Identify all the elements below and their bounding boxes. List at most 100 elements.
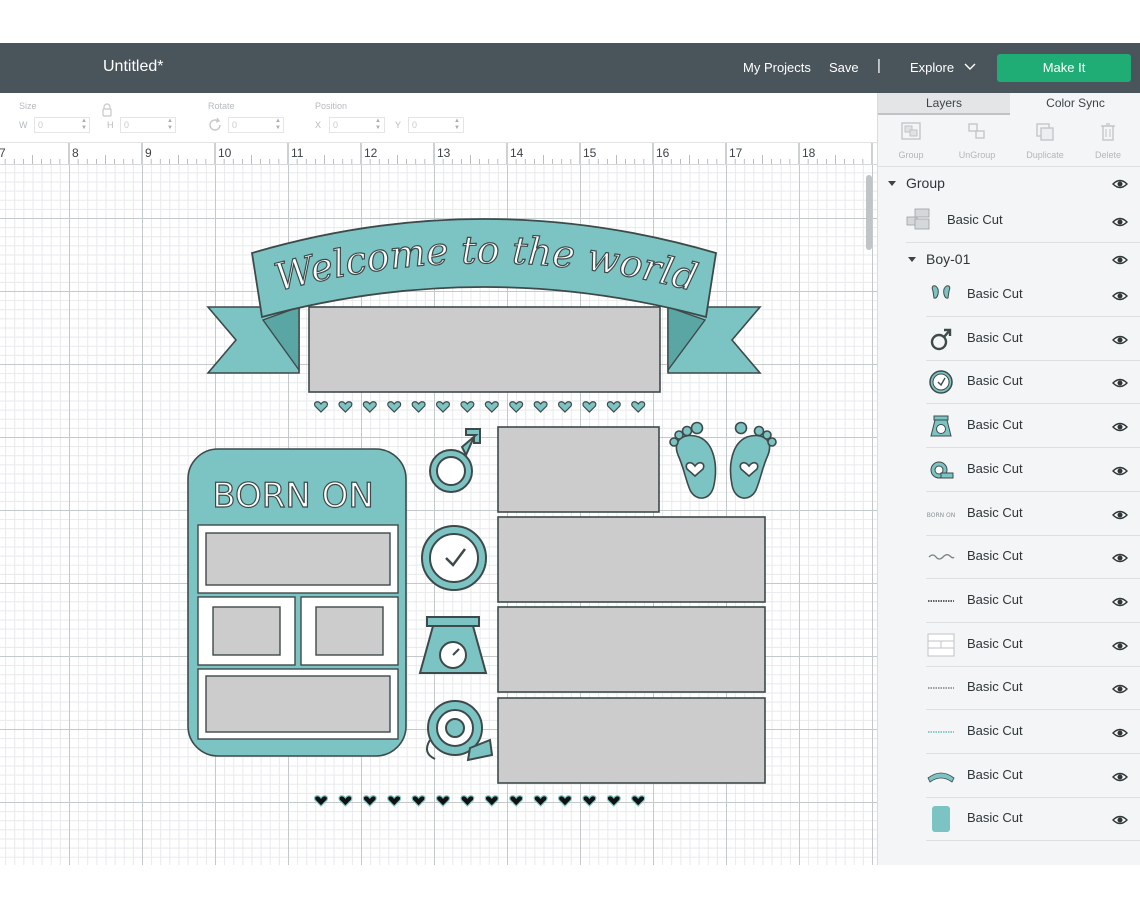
canvas-scrollbar[interactable] xyxy=(862,165,876,865)
layer-row[interactable]: Basic Cut xyxy=(878,448,1140,492)
delete-button[interactable]: Delete xyxy=(1075,117,1140,163)
explore-menu[interactable]: Explore xyxy=(910,60,954,75)
layer-row[interactable]: Basic Cut xyxy=(878,797,1140,842)
layer-name: Basic Cut xyxy=(967,591,1023,607)
eye-icon[interactable] xyxy=(1112,640,1128,652)
my-projects-link[interactable]: My Projects xyxy=(743,60,811,75)
expand-caret-icon[interactable] xyxy=(888,181,896,186)
position-label: Position xyxy=(315,101,348,111)
rotate-value: 0 xyxy=(232,120,238,130)
eye-icon[interactable] xyxy=(1112,290,1128,302)
heart-teal xyxy=(338,401,353,413)
group-name: Group xyxy=(906,175,945,191)
gender-box[interactable] xyxy=(497,426,660,513)
ruler-label: 10 xyxy=(218,146,232,160)
delete-label: Delete xyxy=(1094,150,1121,160)
heart-black xyxy=(631,795,646,807)
layer-row-group-cut[interactable]: Basic Cut xyxy=(878,197,1140,243)
layer-name: Basic Cut xyxy=(967,810,1023,826)
heart-black xyxy=(313,795,329,807)
eye-icon[interactable] xyxy=(1112,178,1128,190)
expand-caret-icon[interactable] xyxy=(908,257,916,262)
subgroup-name: Boy-01 xyxy=(926,251,971,267)
layer-name: Basic Cut xyxy=(967,723,1023,738)
weight-box[interactable] xyxy=(497,606,766,693)
eye-icon[interactable] xyxy=(1112,771,1128,783)
edit-toolbar: Size W 0 ▲ ▼ H 0 ▲ ▼ Rotate 0 ▲ ▼ Position … xyxy=(0,93,877,143)
ruler-label: 15 xyxy=(583,146,597,160)
tape-measure-art[interactable] xyxy=(425,700,494,762)
document-title[interactable]: Untitled* xyxy=(103,58,163,76)
heart-black xyxy=(484,795,499,807)
trash-icon xyxy=(1101,123,1115,141)
top-header: Untitled* My Projects Save | Explore Mak… xyxy=(0,43,1140,93)
eye-icon[interactable] xyxy=(1112,465,1128,477)
duplicate-button[interactable]: Duplicate xyxy=(1012,117,1078,163)
name-box[interactable] xyxy=(308,306,661,393)
baby-feet-art[interactable] xyxy=(669,421,777,499)
layer-name: Basic Cut xyxy=(967,417,1023,433)
layer-row[interactable]: Basic Cut xyxy=(878,579,1140,623)
eye-icon[interactable] xyxy=(1112,727,1128,739)
layer-row[interactable]: Basic Cut xyxy=(878,666,1140,711)
eye-icon[interactable] xyxy=(1112,509,1128,521)
small-box-left[interactable] xyxy=(212,606,281,656)
horizontal-ruler: 7 8 9 10 11 12 13 14 15 16 17 18 xyxy=(0,143,877,165)
width-stepper[interactable]: ▲ ▼ xyxy=(80,118,88,132)
hearts-row-black[interactable] xyxy=(313,795,646,807)
height-stepper[interactable]: ▲ ▼ xyxy=(166,118,174,132)
duplicate-icon xyxy=(1036,123,1054,141)
small-box-right[interactable] xyxy=(315,606,384,656)
male-symbol-art[interactable] xyxy=(429,428,481,493)
time-info-box[interactable] xyxy=(497,516,766,603)
born-on-title: BORN ON xyxy=(212,476,374,516)
length-box[interactable] xyxy=(497,697,766,784)
layer-name: Basic Cut xyxy=(967,679,1023,695)
heart-teal xyxy=(313,401,329,413)
tab-layers[interactable]: Layers xyxy=(878,93,1010,115)
layer-row[interactable]: BORN ON Basic Cut xyxy=(878,492,1140,536)
layer-group-row[interactable]: Group xyxy=(878,167,1140,197)
tab-color-sync[interactable]: Color Sync xyxy=(1010,93,1140,115)
group-button[interactable]: Group xyxy=(878,117,944,163)
eye-icon[interactable] xyxy=(1112,421,1128,433)
ungroup-button[interactable]: UnGroup xyxy=(944,117,1010,163)
eye-icon[interactable] xyxy=(1112,683,1128,695)
tape-measure-icon xyxy=(930,461,954,479)
x-stepper[interactable]: ▲ ▼ xyxy=(374,118,382,132)
heart-teal xyxy=(582,401,597,413)
layer-row[interactable]: Basic Cut xyxy=(878,317,1140,361)
make-it-button[interactable]: Make It xyxy=(997,54,1131,82)
heart-teal xyxy=(533,401,548,413)
heart-teal xyxy=(557,401,573,413)
canvas-scroll-thumb[interactable] xyxy=(866,175,872,250)
design-canvas[interactable]: Welcome to the world BORN ON xyxy=(0,165,877,865)
layer-row[interactable]: Basic Cut xyxy=(878,273,1140,317)
eye-icon[interactable] xyxy=(1112,377,1128,389)
eye-icon[interactable] xyxy=(1112,596,1128,608)
layer-subgroup-row[interactable]: Boy-01 xyxy=(878,243,1140,273)
layer-row[interactable]: Basic Cut xyxy=(878,404,1140,449)
layer-row[interactable]: Basic Cut xyxy=(878,754,1140,798)
hearts-row-teal[interactable] xyxy=(313,401,646,413)
lock-icon[interactable] xyxy=(101,103,113,117)
save-link[interactable]: Save xyxy=(829,60,859,75)
layer-row[interactable]: Basic Cut xyxy=(878,710,1140,754)
eye-icon[interactable] xyxy=(1112,552,1128,564)
clock-art[interactable] xyxy=(421,525,487,591)
eye-icon[interactable] xyxy=(1112,216,1128,228)
layer-row[interactable]: Basic Cut xyxy=(878,360,1140,405)
heart-black xyxy=(411,795,426,807)
eye-icon[interactable] xyxy=(1112,254,1128,266)
heart-teal xyxy=(387,401,402,413)
eye-icon[interactable] xyxy=(1112,814,1128,826)
date-box[interactable] xyxy=(205,532,391,586)
scale-art[interactable] xyxy=(418,616,488,674)
layer-row[interactable]: Basic Cut xyxy=(878,535,1140,580)
layer-row[interactable]: Basic Cut xyxy=(878,623,1140,667)
rotate-stepper[interactable]: ▲ ▼ xyxy=(274,118,282,132)
eye-icon[interactable] xyxy=(1112,334,1128,346)
time-box[interactable] xyxy=(205,675,391,733)
y-stepper[interactable]: ▲ ▼ xyxy=(453,118,461,132)
chevron-down-icon[interactable] xyxy=(963,61,977,73)
